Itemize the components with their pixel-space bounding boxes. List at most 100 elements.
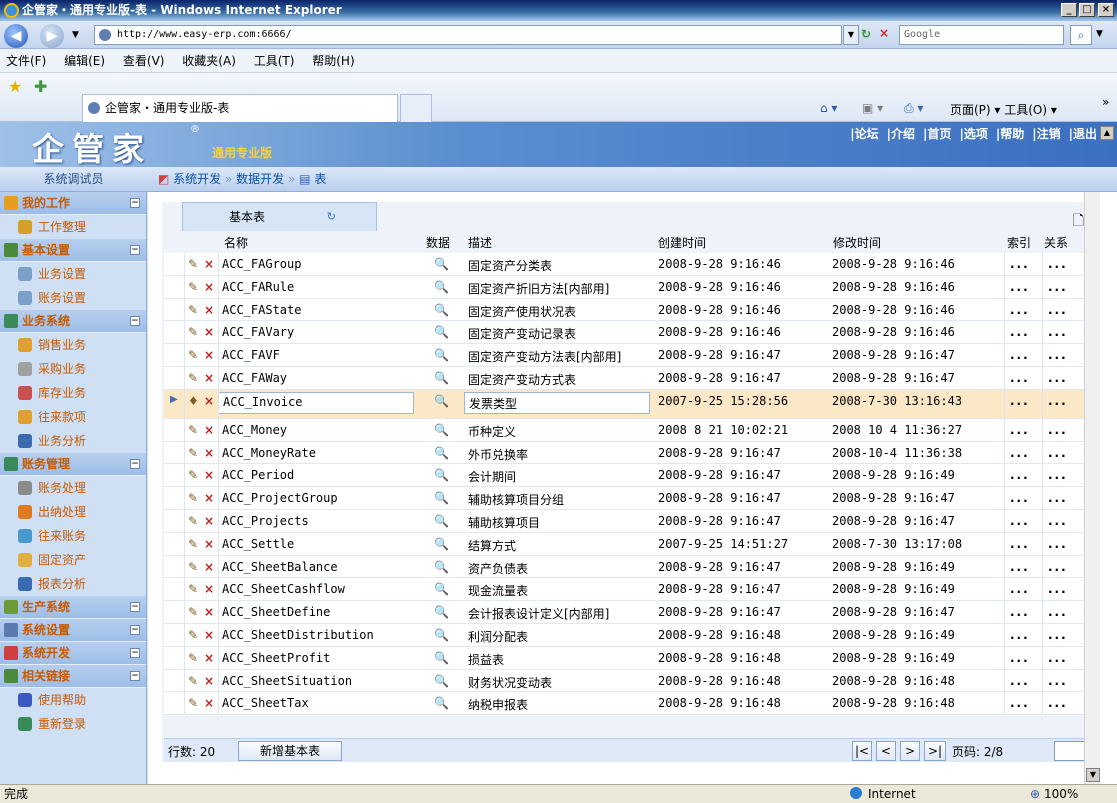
collapse-icon[interactable]: − [130,648,140,658]
delete-icon[interactable]: × [204,582,214,596]
view-data-icon[interactable]: 🔍 [434,371,449,385]
new-tab-button[interactable] [400,94,432,122]
index-button[interactable]: ... [1010,325,1030,339]
link-help[interactable]: |帮助 [996,127,1024,141]
edit-icon[interactable]: ✎ [188,537,198,551]
sidebar-item[interactable]: 采购业务 [0,357,146,381]
table-row[interactable]: ✎ × ACC_Money 🔍 币种定义 2008 8 21 10:02:21 2008 1… [164,418,1090,442]
relation-button[interactable]: ... [1048,560,1068,574]
sidebar-item[interactable]: 库存业务 [0,381,146,405]
delete-icon[interactable]: × [204,696,214,710]
minimize-button[interactable]: _ [1061,3,1077,17]
table-row[interactable]: ✎ × ACC_SheetProfit 🔍 损益表 2008-9-28 9:16:48 20… [164,646,1090,670]
relation-button[interactable]: ... [1048,303,1068,317]
view-data-icon[interactable]: 🔍 [434,628,449,642]
sidebar-item[interactable]: 往来款项 [0,405,146,429]
delete-icon[interactable]: × [204,651,214,665]
search-input[interactable]: Google [899,25,1064,45]
sidebar-group-header[interactable]: 基本设置 − [0,239,146,262]
collapse-icon[interactable]: − [130,459,140,469]
relation-button[interactable]: ... [1048,468,1068,482]
delete-icon[interactable]: × [204,628,214,642]
first-page-button[interactable]: |< [852,741,872,761]
last-page-button[interactable]: >| [924,741,946,761]
link-home[interactable]: |首页 [923,127,951,141]
relation-button[interactable]: ... [1048,491,1068,505]
edit-icon[interactable]: ✎ [188,446,198,460]
table-row[interactable]: ✎ × ACC_Projects 🔍 辅助核算项目 2008-9-28 9:16:47 20… [164,509,1090,533]
forward-button[interactable]: ▶ [40,24,64,48]
collapse-icon[interactable]: − [130,602,140,612]
view-data-icon[interactable]: 🔍 [434,348,449,362]
next-page-button[interactable]: > [900,741,920,761]
relation-button[interactable]: ... [1048,325,1068,339]
edit-icon[interactable]: ✎ [188,371,198,385]
refresh-icon[interactable]: ↻ [861,27,871,41]
index-button[interactable]: ... [1010,560,1030,574]
sidebar-item[interactable]: 固定资产 [0,548,146,572]
description-input[interactable]: 发票类型 [464,391,650,414]
relation-button[interactable]: ... [1048,280,1068,294]
view-data-icon[interactable]: 🔍 [434,582,449,596]
edit-icon[interactable]: ✎ [188,628,198,642]
collapse-icon[interactable]: − [130,316,140,326]
menu-help[interactable]: 帮助(H) [312,54,354,68]
relation-button[interactable]: ... [1048,628,1068,642]
sidebar-item[interactable]: 报表分析 [0,572,146,596]
back-button[interactable]: ◀ [4,24,28,48]
sidebar-item[interactable]: 往来账务 [0,524,146,548]
view-data-icon[interactable]: 🔍 [434,537,449,551]
page-tools-menu[interactable]: 页面(P) ▾ 工具(O) ▾ [950,101,1057,118]
view-data-icon[interactable]: 🔍 [434,325,449,339]
delete-icon[interactable]: × [204,423,214,437]
edit-icon[interactable]: ✎ [188,303,198,317]
index-button[interactable]: ... [1010,423,1030,437]
sidebar-item[interactable]: 出纳处理 [0,500,146,524]
index-button[interactable]: ... [1010,446,1030,460]
menu-edit[interactable]: 编辑(E) [64,54,105,68]
table-row[interactable]: ✎ × ACC_MoneyRate 🔍 外币兑换率 2008-9-28 9:16:47 20… [164,441,1090,465]
view-data-icon[interactable]: 🔍 [434,446,449,460]
table-row[interactable]: ✎ × ACC_FARule 🔍 固定资产折旧方法[内部用] 2008-9-28 9:16… [164,275,1090,299]
delete-icon[interactable]: × [204,446,214,460]
index-button[interactable]: ... [1010,371,1030,385]
edit-icon[interactable]: ✎ [188,696,198,710]
link-logout[interactable]: |注销 [1032,127,1060,141]
delete-icon[interactable]: × [204,491,214,505]
edit-icon[interactable]: ✎ [188,423,198,437]
index-button[interactable]: ... [1010,696,1030,710]
view-data-icon[interactable]: 🔍 [434,605,449,619]
close-button[interactable]: × [1098,3,1114,17]
delete-icon[interactable]: × [204,371,214,385]
zoom-level[interactable]: 100% [1044,785,1078,803]
browser-tab[interactable]: 企管家・通用专业版-表 [82,94,398,122]
relation-button[interactable]: ... [1048,651,1068,665]
edit-icon[interactable]: ✎ [188,605,198,619]
table-row[interactable]: ✎ × ACC_SheetBalance 🔍 资产负债表 2008-9-28 9:16:4… [164,555,1090,579]
index-button[interactable]: ... [1010,537,1030,551]
table-row[interactable]: ✎ × ACC_FAGroup 🔍 固定资产分类表 2008-9-28 9:16:46 20… [164,253,1090,276]
relation-button[interactable]: ... [1048,537,1068,551]
table-row[interactable]: ✎ × ACC_SheetDefine 🔍 会计报表设计定义[内部用] 2008-9-28… [164,601,1090,624]
sidebar-group-header[interactable]: 系统设置 − [0,619,146,642]
refresh-icon[interactable]: ↻ [327,203,336,231]
table-row[interactable]: ✎ × ACC_ProjectGroup 🔍 辅助核算项目分组 2008-9-28 9:1… [164,487,1090,510]
crumb-system-dev[interactable]: 系统开发 [173,172,221,186]
table-row[interactable]: ✎ × ACC_SheetSituation 🔍 财务状况变动表 2008-9-28 9:… [164,669,1090,693]
index-button[interactable]: ... [1010,582,1030,596]
sidebar-group-header[interactable]: 生产系统 − [0,596,146,619]
sidebar-group-header[interactable]: 系统开发 − [0,642,146,665]
sidebar-group-header[interactable]: 账务管理 − [0,453,146,476]
home-icon[interactable]: ⌂ ▾ [820,101,837,115]
link-exit[interactable]: |退出 [1069,127,1097,141]
view-data-icon[interactable]: 🔍 [434,491,449,505]
edit-icon[interactable]: ✎ [188,651,198,665]
relation-button[interactable]: ... [1048,423,1068,437]
zoom-icon[interactable]: ⊕ [1030,785,1040,803]
index-button[interactable]: ... [1010,491,1030,505]
sidebar-item[interactable]: 销售业务 [0,333,146,357]
link-intro[interactable]: |介绍 [887,127,915,141]
address-input[interactable]: http://www.easy-erp.com:6666/ [94,25,842,45]
delete-icon[interactable]: × [204,674,214,688]
address-dropdown-icon[interactable]: ▼ [843,25,859,45]
